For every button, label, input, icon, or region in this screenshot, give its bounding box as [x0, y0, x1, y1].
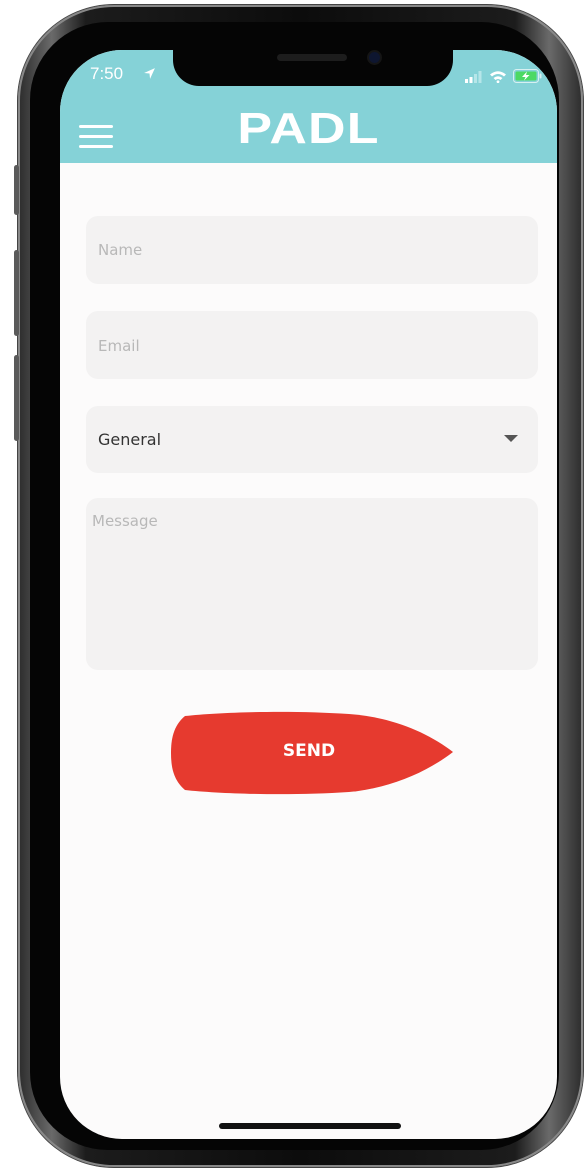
caret-down-icon — [504, 435, 518, 442]
mute-switch — [14, 165, 19, 215]
status-time: 7:50 — [90, 64, 124, 83]
send-button[interactable]: SEND — [171, 708, 455, 798]
app-screen: 7:50 PADL Name Email General Message SEN… — [60, 50, 557, 1139]
volume-down-button — [14, 355, 19, 441]
name-field[interactable]: Name — [86, 216, 538, 284]
status-icons — [465, 69, 543, 83]
email-placeholder: Email — [98, 337, 140, 355]
app-logo: PADL — [237, 104, 380, 153]
email-field[interactable]: Email — [86, 311, 538, 379]
wifi-icon — [490, 71, 506, 83]
message-field[interactable]: Message — [86, 498, 538, 670]
volume-up-button — [14, 250, 19, 336]
phone-notch — [173, 50, 453, 86]
front-camera — [369, 52, 380, 63]
send-label: SEND — [282, 741, 336, 761]
topic-selected-value: General — [98, 430, 162, 449]
home-indicator[interactable] — [219, 1123, 401, 1129]
location-arrow-icon — [144, 68, 155, 79]
speaker-grille — [277, 54, 347, 61]
battery-charging-icon — [513, 69, 542, 83]
name-placeholder: Name — [98, 241, 143, 259]
message-placeholder: Message — [92, 512, 158, 530]
signal-icon — [465, 71, 482, 83]
topic-select[interactable]: General — [86, 406, 538, 473]
